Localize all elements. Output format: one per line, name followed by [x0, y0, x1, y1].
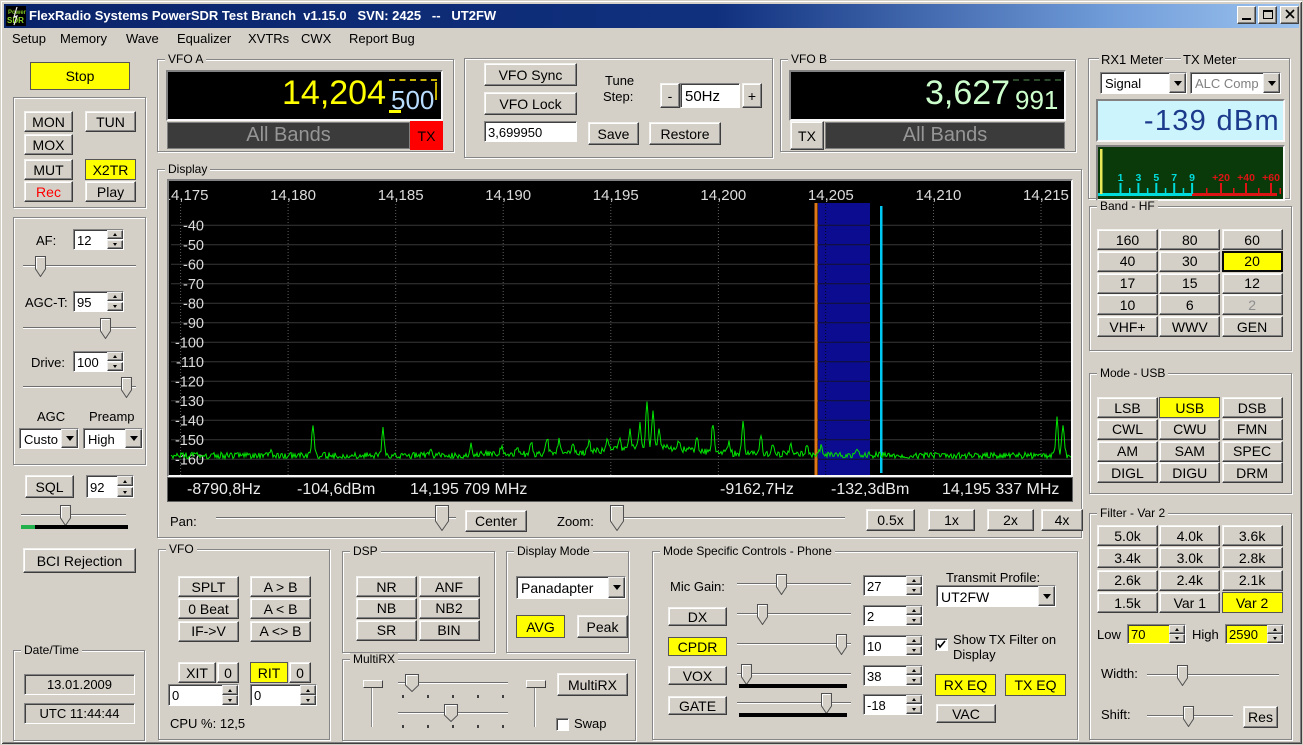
svg-text:3: 3 — [1135, 172, 1141, 184]
svg-text:-80: -80 — [183, 296, 204, 312]
svg-text:-90: -90 — [183, 316, 204, 332]
svg-text:14,190: 14,190 — [485, 187, 531, 204]
svg-text:-40: -40 — [183, 218, 204, 234]
svg-text:+40: +40 — [1237, 172, 1255, 184]
svg-text:14,200: 14,200 — [700, 187, 746, 204]
svg-text:-160: -160 — [175, 452, 204, 468]
svg-text:-70: -70 — [183, 277, 204, 293]
svg-text:14,210: 14,210 — [916, 187, 962, 204]
svg-text:-60: -60 — [183, 257, 204, 273]
svg-text:-100: -100 — [175, 335, 204, 351]
svg-text:14,175: 14,175 — [169, 187, 208, 204]
svg-text:9: 9 — [1189, 172, 1195, 184]
svg-text:14,215: 14,215 — [1023, 187, 1069, 204]
svg-text:1: 1 — [1118, 172, 1124, 184]
svg-text:-50: -50 — [183, 238, 204, 254]
svg-text:-140: -140 — [175, 413, 204, 429]
svg-text:-150: -150 — [175, 433, 204, 449]
svg-text:-130: -130 — [175, 394, 204, 410]
svg-text:14,180: 14,180 — [270, 187, 316, 204]
svg-text:14,185: 14,185 — [378, 187, 424, 204]
svg-text:14,195: 14,195 — [593, 187, 639, 204]
svg-text:7: 7 — [1171, 172, 1177, 184]
svg-text:-120: -120 — [175, 374, 204, 390]
svg-text:5: 5 — [1153, 172, 1159, 184]
svg-text:+60: +60 — [1262, 172, 1280, 184]
svg-text:14,205: 14,205 — [808, 187, 854, 204]
svg-text:+20: +20 — [1212, 172, 1230, 184]
svg-text:-110: -110 — [176, 355, 204, 371]
